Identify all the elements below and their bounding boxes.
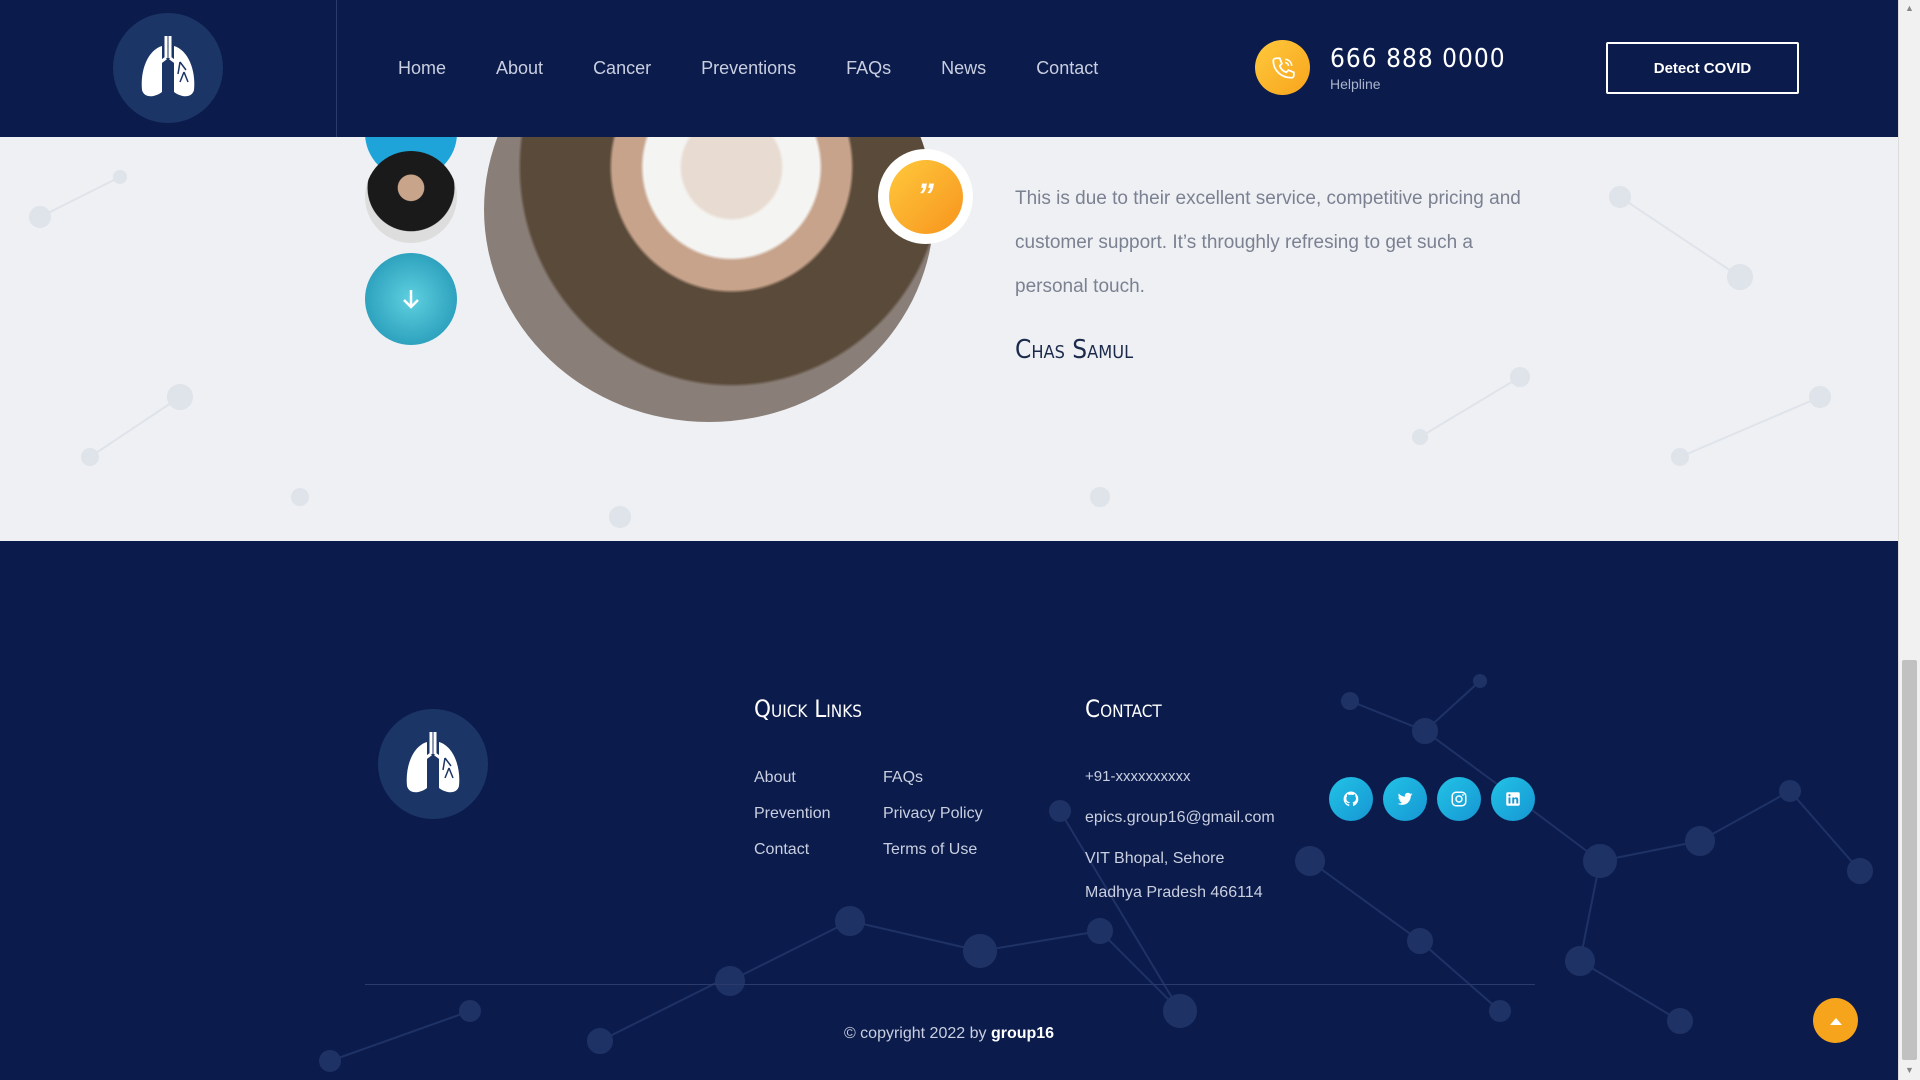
nav-news[interactable]: News: [941, 58, 986, 79]
helpline-label: Helpline: [1330, 75, 1381, 92]
helpline: 666 888 0000 Helpline: [1255, 40, 1506, 95]
copyright-owner[interactable]: group16: [991, 1025, 1054, 1042]
footer-divider: [365, 984, 1535, 985]
nav-about[interactable]: About: [496, 58, 543, 79]
footer-link-privacy-policy[interactable]: Privacy Policy: [883, 805, 983, 823]
footer-link-prevention[interactable]: Prevention: [754, 805, 831, 823]
nav-contact[interactable]: Contact: [1036, 58, 1098, 79]
contact-address-line1: VIT Bhopal, Sehore: [1085, 850, 1225, 867]
footer-link-faqs[interactable]: FAQs: [883, 769, 923, 787]
chevron-up-icon: [1829, 1017, 1842, 1025]
nav-preventions[interactable]: Preventions: [701, 58, 796, 79]
helpline-number[interactable]: 666 888 0000: [1330, 44, 1506, 74]
lungs-logo-icon[interactable]: [113, 13, 223, 123]
github-icon[interactable]: [1329, 777, 1373, 821]
main-nav: Home About Cancer Preventions FAQs News …: [398, 0, 1148, 137]
footer-link-terms[interactable]: Terms of Use: [883, 841, 977, 859]
nav-cancer[interactable]: Cancer: [593, 58, 651, 79]
twitter-icon[interactable]: [1383, 777, 1427, 821]
testimonial-thumb-2[interactable]: [365, 151, 457, 243]
quick-links-title: Quick Links: [754, 695, 862, 723]
site-header: Home About Cancer Preventions FAQs News …: [0, 0, 1898, 137]
scrollbar[interactable]: ▲ ▼: [1898, 0, 1920, 1080]
logo-area: [0, 0, 337, 137]
testimonial-thumb-3[interactable]: [365, 253, 457, 345]
linkedin-icon[interactable]: [1491, 777, 1535, 821]
footer-lungs-logo-icon[interactable]: [378, 709, 488, 819]
nav-home[interactable]: Home: [398, 58, 446, 79]
nav-faqs[interactable]: FAQs: [846, 58, 891, 79]
contact-address-line2: Madhya Pradesh 466114: [1085, 884, 1263, 901]
contact-phone[interactable]: +91-xxxxxxxxxx: [1085, 768, 1190, 785]
scroll-thumb[interactable]: [1902, 660, 1917, 1060]
copyright-text: © copyright 2022 by: [843, 1025, 987, 1042]
footer-link-contact[interactable]: Contact: [754, 841, 809, 859]
scroll-to-top-button[interactable]: [1813, 998, 1858, 1043]
scroll-down-arrow-icon[interactable]: ▼: [1905, 1065, 1914, 1075]
phone-icon: [1255, 40, 1310, 95]
detect-covid-button[interactable]: Detect COVID: [1606, 42, 1799, 94]
site-footer: Quick Links About FAQs Prevention Privac…: [0, 541, 1898, 1080]
testimonial-section: ” This is due to their excellent service…: [0, 137, 1898, 541]
footer-link-about[interactable]: About: [754, 769, 796, 787]
quote-icon: ”: [888, 159, 963, 234]
instagram-icon[interactable]: [1437, 777, 1481, 821]
scroll-up-arrow-icon[interactable]: ▲: [1905, 3, 1914, 13]
arrow-down-icon: [403, 290, 419, 309]
copyright: © copyright 2022 by group16: [0, 1025, 1898, 1043]
contact-email[interactable]: epics.group16@gmail.com: [1085, 809, 1275, 827]
testimonial-author: Chas Samul: [1015, 335, 1134, 365]
testimonial-text: This is due to their excellent service, …: [1015, 188, 1521, 297]
quote-badge: ”: [878, 149, 973, 244]
contact-title: Contact: [1085, 695, 1162, 723]
